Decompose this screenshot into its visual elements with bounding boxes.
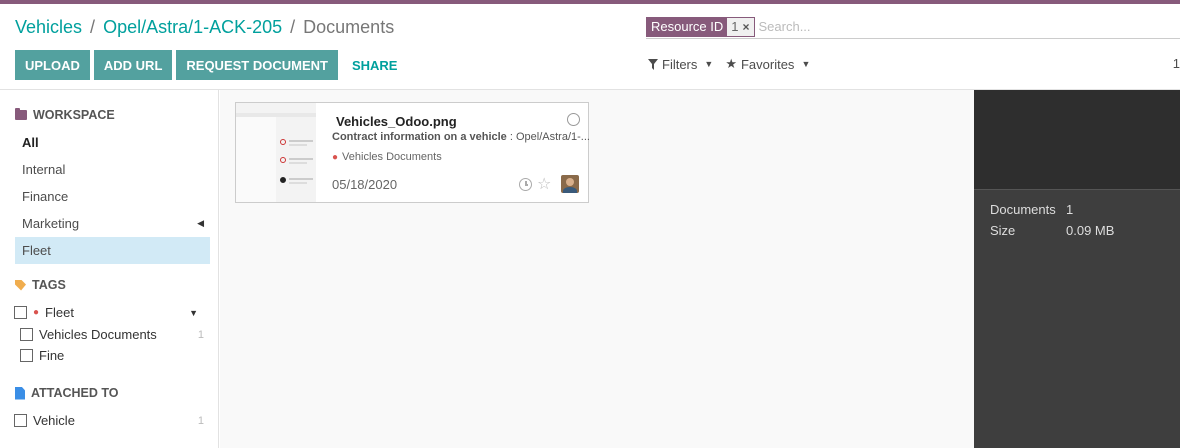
sidebar: WORKSPACE All Internal Finance Marketing… [0, 90, 219, 448]
remove-facet-icon[interactable]: × [742, 20, 749, 34]
attached-to-section-title: ATTACHED TO [15, 386, 119, 400]
workspace-section-title: WORKSPACE [15, 108, 115, 122]
document-description: Contract information on a vehicle : Opel… [332, 131, 590, 143]
folder-icon [15, 108, 27, 120]
size-label: Size [990, 223, 1016, 238]
star-icon: ★ [725, 56, 737, 71]
facet-value: 1 [731, 19, 739, 34]
filters-label: Filters [662, 56, 698, 72]
facet-label: Resource ID [647, 17, 728, 36]
workspace-item-all[interactable]: All [15, 129, 210, 156]
attached-count: 1 [197, 414, 204, 427]
breadcrumb-vehicles[interactable]: Vehicles [15, 17, 82, 38]
control-panel: Vehicles / Opel/Astra/1-ACK-205 / Docume… [0, 4, 1180, 90]
avatar[interactable] [561, 175, 579, 193]
checkbox[interactable] [14, 306, 27, 319]
document-tag-label: Vehicles Documents [342, 151, 442, 163]
breadcrumb: Vehicles / Opel/Astra/1-ACK-205 / Docume… [15, 17, 394, 38]
favorites-label: Favorites [740, 56, 795, 72]
document-inspector: Documents 1 Size 0.09 MB [974, 90, 1180, 448]
breadcrumb-separator: / [290, 17, 296, 37]
document-card[interactable]: Vehicles_Odoo.png Contract information o… [235, 102, 590, 203]
documents-value: 1 [1066, 202, 1074, 217]
attached-item-vehicle[interactable]: Vehicle 1 [14, 413, 219, 428]
action-buttons: UPLOAD ADD URL REQUEST DOCUMENT SHARE [15, 50, 407, 80]
document-date: 05/18/2020 [332, 177, 398, 192]
search-facet: Resource ID 1 × [646, 16, 755, 37]
workspace-item-finance[interactable]: Finance [15, 183, 210, 210]
size-value: 0.09 MB [1066, 223, 1115, 238]
caret-left-icon[interactable]: ◀ [197, 218, 204, 229]
caret-down-icon[interactable]: ▼ [189, 308, 198, 318]
document-thumbnail[interactable] [236, 103, 316, 202]
workspace-item-fleet[interactable]: Fleet [15, 237, 210, 264]
tag-group-label: Fleet [45, 305, 74, 320]
workspace-item-internal[interactable]: Internal [15, 156, 210, 183]
color-dot-icon: ● [33, 307, 40, 318]
search-bar: Resource ID 1 × [646, 15, 1180, 39]
select-radio[interactable] [567, 113, 580, 126]
description-rest: : Opel/Astra/1-... [506, 131, 590, 143]
documents-kanban: Vehicles_Odoo.png Contract information o… [220, 90, 974, 448]
documents-info-row: Documents 1 [990, 202, 1073, 217]
checkbox[interactable] [20, 349, 33, 362]
upload-button[interactable]: UPLOAD [15, 50, 90, 80]
filters-dropdown[interactable]: Filters ▼ [648, 56, 713, 72]
search-options: Filters ▼ ★ Favorites ▼ [648, 56, 810, 72]
tags-title: TAGS [32, 278, 66, 292]
attached-label: Vehicle [33, 413, 75, 428]
document-tag: ● Vehicles Documents [332, 151, 442, 163]
share-button[interactable]: SHARE [342, 50, 408, 80]
tag-icon [15, 279, 26, 291]
inspector-preview [974, 90, 1180, 190]
tag-label: Vehicles Documents [39, 327, 157, 342]
checkbox[interactable] [20, 328, 33, 341]
favorites-dropdown[interactable]: ★ Favorites ▼ [725, 56, 810, 72]
star-outline-icon[interactable]: ☆ [537, 174, 551, 194]
pager[interactable]: 1 [1173, 56, 1180, 71]
breadcrumb-separator: / [90, 17, 96, 37]
tag-label: Fine [39, 348, 65, 363]
workspace-item-label: Marketing [22, 216, 80, 231]
breadcrumb-current: Documents [303, 17, 395, 37]
tag-count: 1 [197, 328, 204, 341]
caret-down-icon: ▼ [801, 59, 811, 69]
request-document-button[interactable]: REQUEST DOCUMENT [176, 50, 338, 80]
breadcrumb-vehicle-record[interactable]: Opel/Astra/1-ACK-205 [103, 17, 282, 38]
description-bold: Contract information on a vehicle [332, 131, 507, 143]
facet-value-box: 1 × [727, 17, 754, 36]
color-dot-icon: ● [332, 151, 339, 163]
size-info-row: Size 0.09 MB [990, 223, 1114, 238]
workspace-title: WORKSPACE [33, 108, 115, 122]
tag-item-vehicles-documents[interactable]: Vehicles Documents 1 [20, 327, 219, 342]
tag-group-fleet[interactable]: ● Fleet ▼ [14, 305, 210, 320]
checkbox[interactable] [14, 414, 27, 427]
filter-icon [648, 58, 658, 70]
search-input[interactable] [758, 19, 1180, 34]
file-icon [15, 386, 25, 400]
tags-section-title: TAGS [15, 278, 66, 292]
tag-item-fine[interactable]: Fine [20, 348, 64, 363]
caret-down-icon: ▼ [704, 59, 714, 69]
documents-label: Documents [990, 202, 1056, 217]
clock-icon[interactable] [519, 178, 532, 191]
document-name[interactable]: Vehicles_Odoo.png [336, 114, 457, 129]
attached-to-title: ATTACHED TO [31, 386, 119, 400]
workspace-item-marketing[interactable]: Marketing ◀ [15, 210, 210, 237]
add-url-button[interactable]: ADD URL [93, 50, 173, 80]
